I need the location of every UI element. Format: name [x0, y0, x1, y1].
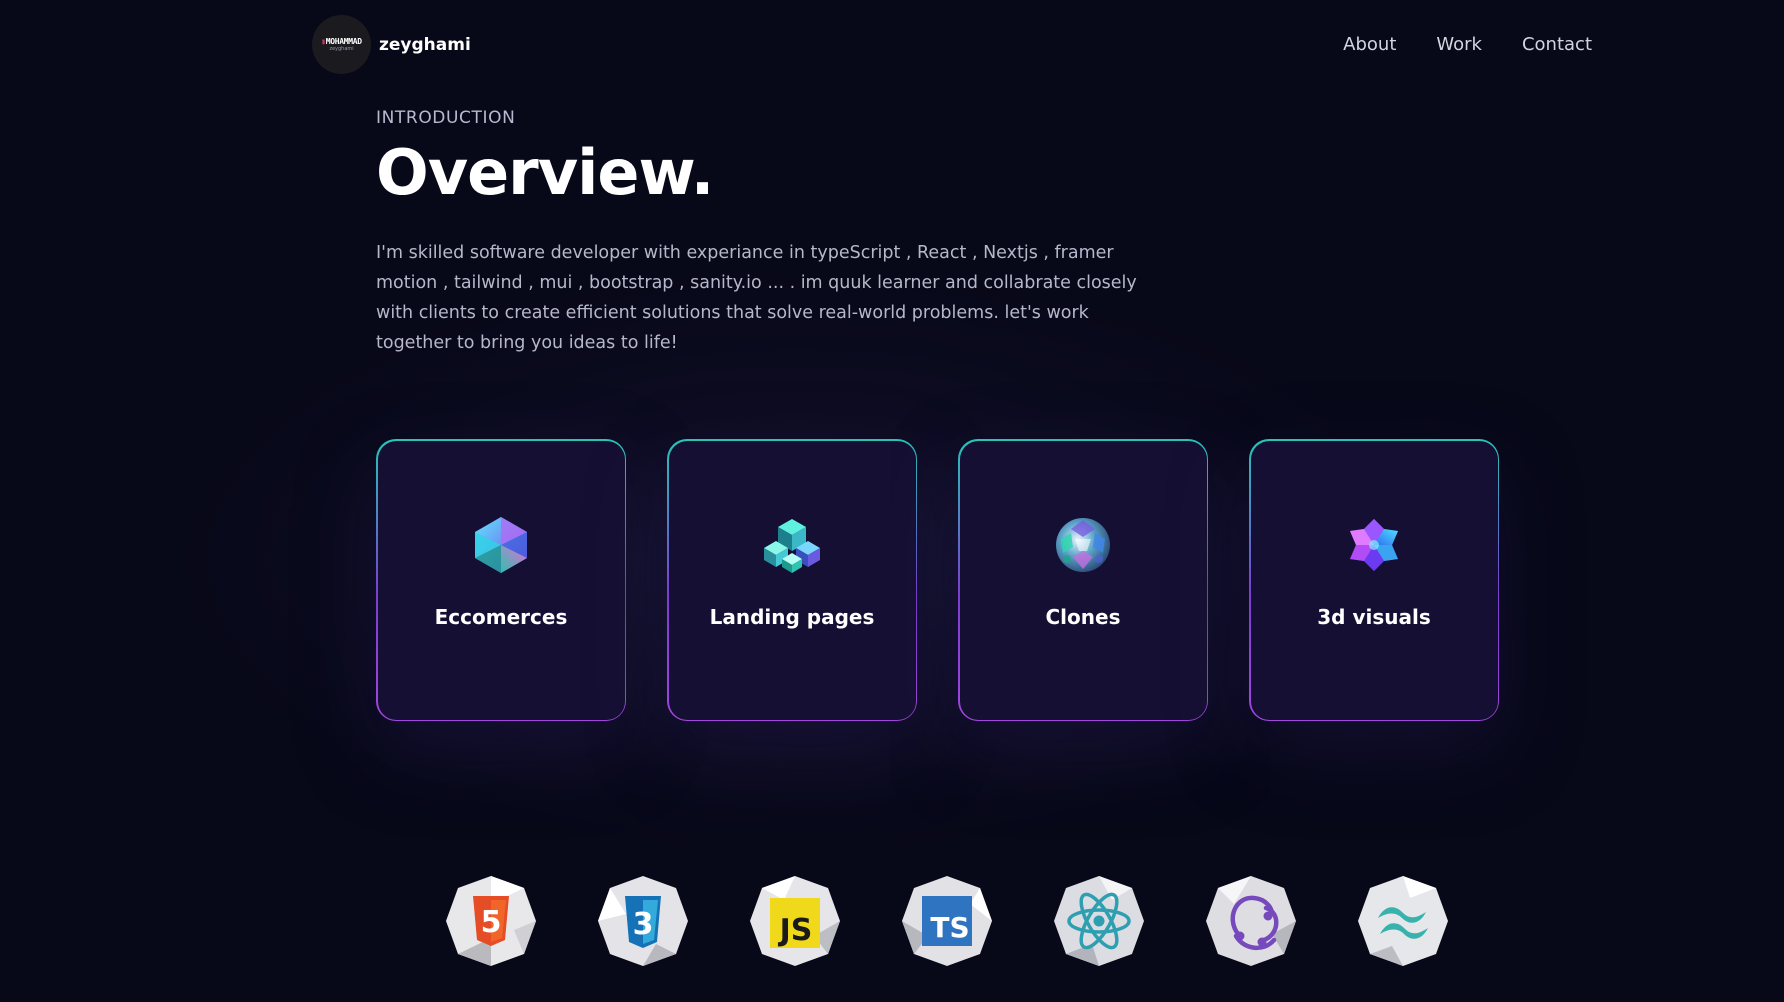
- service-card-eccomerces[interactable]: Eccomerces: [376, 439, 626, 721]
- service-card-body: 3d visuals: [1250, 440, 1498, 720]
- nav-link-contact[interactable]: Contact: [1522, 34, 1592, 55]
- nav-link-work[interactable]: Work: [1436, 34, 1482, 55]
- service-card-body: Eccomerces: [377, 440, 625, 720]
- svg-text:JS: JS: [778, 913, 813, 948]
- service-card-title: Landing pages: [709, 604, 875, 629]
- portfolio-page: ▮MOHAMMAD zeyghami zeyghami About Work C…: [0, 0, 1784, 1002]
- tech-stack: 5 3 JS TS: [444, 874, 1450, 968]
- cube-cluster-icon: [760, 513, 824, 577]
- brand-link[interactable]: ▮MOHAMMAD zeyghami zeyghami: [312, 15, 471, 74]
- navbar: ▮MOHAMMAD zeyghami zeyghami About Work C…: [0, 0, 1784, 90]
- service-card-body: Clones: [959, 440, 1207, 720]
- service-card-body: Landing pages: [668, 440, 916, 720]
- logo-avatar: ▮MOHAMMAD zeyghami: [312, 15, 371, 74]
- sphere-mesh-icon: [1051, 513, 1115, 577]
- nav-links: About Work Contact: [1343, 34, 1592, 55]
- service-card-title: Eccomerces: [434, 604, 568, 629]
- logo-text-top: ▮MOHAMMAD: [321, 37, 362, 46]
- html5-icon[interactable]: 5: [444, 874, 538, 968]
- service-cards: Eccomerces Landing pages Clones 3d visua…: [376, 439, 1499, 721]
- svg-text:3: 3: [633, 907, 654, 942]
- nav-link-about[interactable]: About: [1343, 34, 1396, 55]
- service-card-title: Clones: [1045, 604, 1121, 629]
- intro-section: INTRODUCTION Overview. I'm skilled softw…: [376, 108, 1156, 358]
- tailwind-icon[interactable]: [1356, 874, 1450, 968]
- typescript-icon[interactable]: TS: [900, 874, 994, 968]
- intro-description: I'm skilled software developer with expe…: [376, 243, 1137, 353]
- service-card-3d-visuals[interactable]: 3d visuals: [1249, 439, 1499, 721]
- section-kicker: INTRODUCTION: [376, 108, 516, 128]
- service-card-title: 3d visuals: [1317, 604, 1431, 629]
- redux-icon[interactable]: [1204, 874, 1298, 968]
- javascript-icon[interactable]: JS: [748, 874, 842, 968]
- react-icon[interactable]: [1052, 874, 1146, 968]
- svg-text:TS: TS: [930, 911, 969, 944]
- icosahedron-icon: [469, 513, 533, 577]
- svg-text:5: 5: [481, 905, 502, 940]
- css3-icon[interactable]: 3: [596, 874, 690, 968]
- logo-text-bottom: zeyghami: [329, 46, 354, 52]
- service-card-landing-pages[interactable]: Landing pages: [667, 439, 917, 721]
- brand-name: zeyghami: [379, 34, 471, 55]
- star-polyhedron-icon: [1342, 513, 1406, 577]
- service-card-clones[interactable]: Clones: [958, 439, 1208, 721]
- page-title: Overview.: [376, 136, 714, 209]
